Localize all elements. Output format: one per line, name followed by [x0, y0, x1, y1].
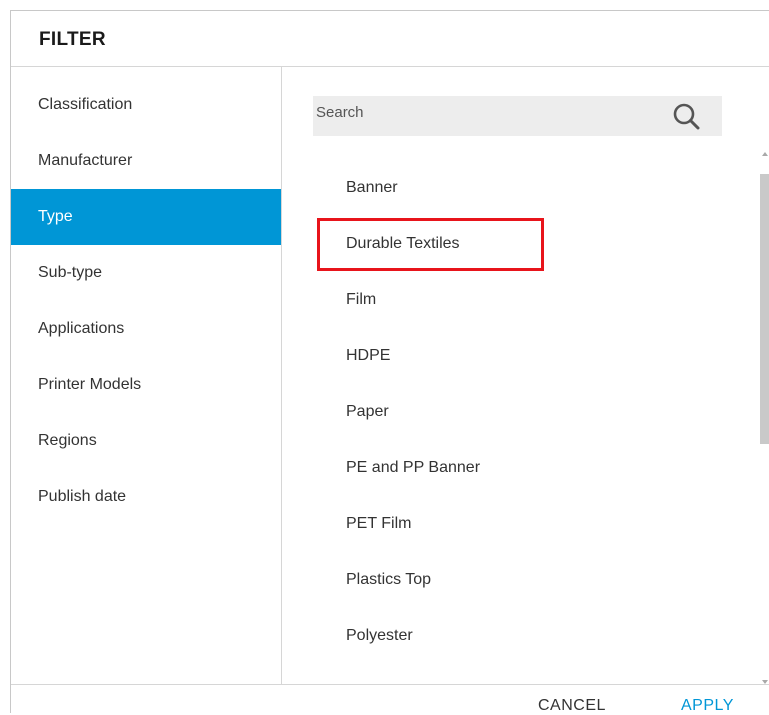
search-input[interactable]	[313, 96, 663, 136]
option-label: Film	[346, 291, 377, 308]
type-options-list: Banner Durable Textiles Film HDPE Paper …	[282, 152, 752, 684]
filter-category-sidebar: Classification Manufacturer Type Sub-typ…	[11, 67, 282, 684]
sidebar-item-classification[interactable]: Classification	[11, 77, 281, 133]
option-paper[interactable]: Paper	[282, 384, 752, 440]
option-pe-and-pp-banner[interactable]: PE and PP Banner	[282, 440, 752, 496]
option-hdpe[interactable]: HDPE	[282, 328, 752, 384]
dialog-title: FILTER	[39, 29, 106, 50]
search-icon[interactable]	[668, 100, 708, 136]
filter-options-panel: Banner Durable Textiles Film HDPE Paper …	[282, 67, 769, 684]
sidebar-item-applications[interactable]: Applications	[11, 301, 281, 357]
sidebar-item-sub-type[interactable]: Sub-type	[11, 245, 281, 301]
dialog-header: FILTER	[11, 11, 769, 67]
sidebar-item-printer-models[interactable]: Printer Models	[11, 357, 281, 413]
option-film[interactable]: Film	[282, 272, 752, 328]
apply-button[interactable]: APPLY	[681, 697, 734, 715]
option-label: PET Film	[346, 515, 412, 532]
option-polyester[interactable]: Polyester	[282, 608, 752, 664]
scroll-up-arrow-icon[interactable]	[762, 152, 768, 156]
option-banner[interactable]: Banner	[282, 160, 752, 216]
sidebar-item-type[interactable]: Type	[11, 189, 281, 245]
option-plastics-top[interactable]: Plastics Top	[282, 552, 752, 608]
option-label: Banner	[346, 179, 398, 196]
sidebar-item-publish-date[interactable]: Publish date	[11, 469, 281, 525]
filter-dialog: FILTER Classification Manufacturer Type …	[10, 10, 769, 714]
sidebar-item-regions[interactable]: Regions	[11, 413, 281, 469]
dialog-footer: CANCEL APPLY	[11, 684, 769, 714]
option-label: Durable Textiles	[346, 235, 460, 252]
option-label: HDPE	[346, 347, 391, 364]
option-durable-textiles[interactable]: Durable Textiles	[282, 216, 752, 272]
option-pet-film[interactable]: PET Film	[282, 496, 752, 552]
options-scrollbar[interactable]	[760, 152, 769, 684]
option-label: Plastics Top	[346, 571, 432, 588]
option-label: PE and PP Banner	[346, 459, 481, 476]
option-label: Polyester	[346, 627, 413, 644]
cancel-button[interactable]: CANCEL	[538, 697, 606, 715]
scroll-thumb[interactable]	[760, 174, 769, 444]
sidebar-item-manufacturer[interactable]: Manufacturer	[11, 133, 281, 189]
search-box	[313, 96, 722, 136]
option-label: Paper	[346, 403, 389, 420]
